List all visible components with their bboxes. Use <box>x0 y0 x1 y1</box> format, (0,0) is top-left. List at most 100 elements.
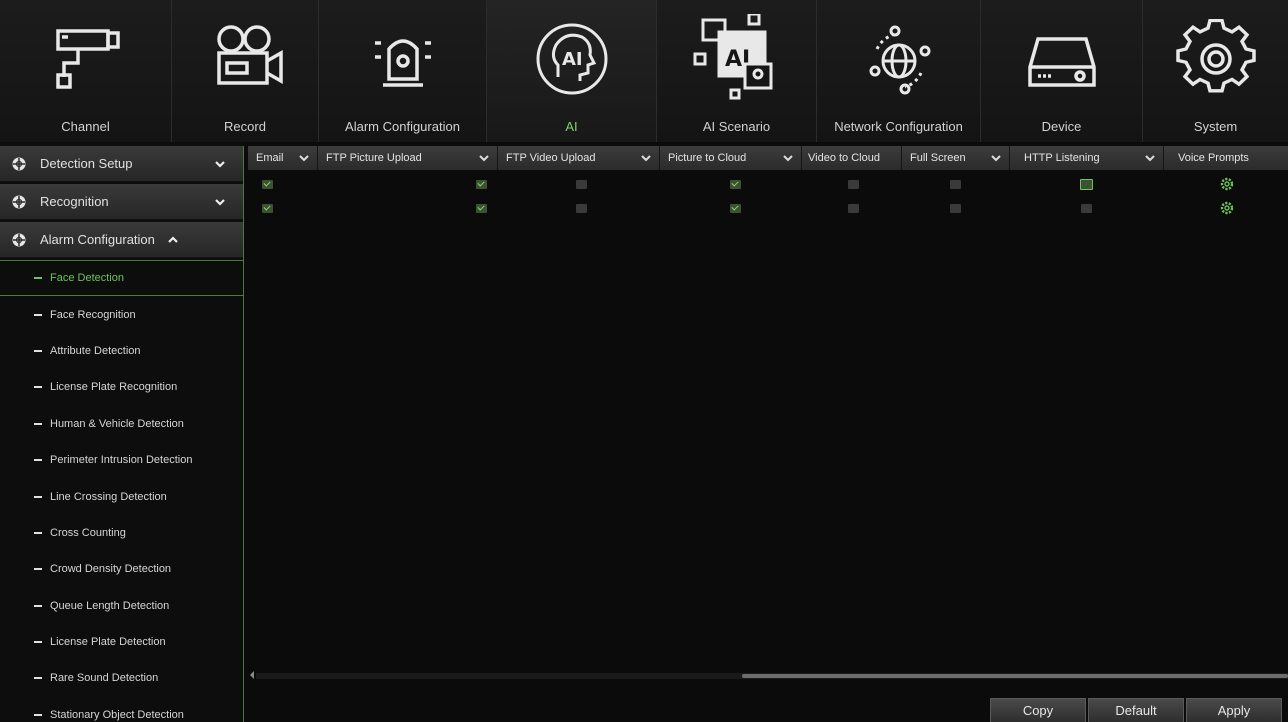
sidebar-item-crowd-density-detection[interactable]: Crowd Density Detection <box>0 551 244 587</box>
copy-button[interactable]: Copy <box>990 698 1086 722</box>
chevron-down-icon <box>1145 155 1155 162</box>
checkbox-unchecked[interactable] <box>848 203 859 213</box>
sidebar-item-cross-counting[interactable]: Cross Counting <box>0 515 244 551</box>
cell-full-screen <box>902 194 1010 222</box>
sidebar-item-label: Line Crossing Detection <box>50 490 167 503</box>
section-label: Detection Setup <box>40 156 133 171</box>
sidebar-section-detection-setup[interactable]: Detection Setup <box>0 146 244 182</box>
sidebar-item-face-recognition[interactable]: Face Recognition <box>0 296 244 332</box>
film-camera-icon <box>197 14 293 104</box>
column-label: HTTP Listening <box>1024 152 1100 164</box>
sidebar-item-label: Rare Sound Detection <box>50 672 159 685</box>
sidebar: Detection Setup Recognition Alarm Config… <box>0 142 244 722</box>
nav-tab-system[interactable]: System <box>1143 0 1288 142</box>
chevron-up-icon <box>168 235 178 243</box>
checkbox-unchecked[interactable] <box>950 179 961 189</box>
sidebar-item-perimeter-intrusion-detection[interactable]: Perimeter Intrusion Detection <box>0 442 244 478</box>
column-label: Full Screen <box>910 152 966 164</box>
settings-icon[interactable] <box>1220 201 1234 215</box>
column-header-voice-prompts[interactable]: Voice Prompts <box>1164 146 1288 170</box>
cell-ftp-picture <box>318 194 498 222</box>
sidebar-item-attribute-detection[interactable]: Attribute Detection <box>0 333 244 369</box>
checkbox-checked[interactable] <box>476 203 487 213</box>
sidebar-item-face-detection[interactable]: Face Detection <box>0 260 244 297</box>
column-header-ftp-video-upload[interactable]: FTP Video Upload <box>498 146 660 170</box>
cctv-camera-icon <box>38 14 134 104</box>
default-button[interactable]: Default <box>1088 698 1184 722</box>
column-label: FTP Picture Upload <box>326 152 422 164</box>
sidebar-item-label: Face Detection <box>50 272 124 285</box>
checkbox-unchecked[interactable] <box>1081 203 1092 213</box>
dash-icon <box>34 277 42 280</box>
sidebar-divider <box>243 146 244 722</box>
nav-tab-ai-scenario[interactable]: AI AI Scenario <box>657 0 817 142</box>
dash-icon <box>34 386 42 389</box>
checkbox-checked[interactable] <box>730 203 741 213</box>
cell-ftp-video <box>498 194 660 222</box>
dash-icon <box>34 459 42 462</box>
column-label: FTP Video Upload <box>506 152 596 164</box>
ai-scenario-icon: AI <box>689 14 785 104</box>
sidebar-item-human-vehicle-detection[interactable]: Human & Vehicle Detection <box>0 406 244 442</box>
column-header-picture-to-cloud[interactable]: Picture to Cloud <box>660 146 802 170</box>
cell-email <box>248 194 318 222</box>
checkbox-checked[interactable] <box>262 179 273 189</box>
apply-button[interactable]: Apply <box>1186 698 1282 722</box>
sidebar-section-recognition[interactable]: Recognition <box>0 184 244 220</box>
nav-label: AI <box>565 119 578 134</box>
nav-tab-record[interactable]: Record <box>172 0 319 142</box>
scroll-left-arrow-icon[interactable] <box>250 671 254 679</box>
alarm-siren-icon <box>355 14 451 104</box>
scrollbar-thumb[interactable] <box>742 674 1288 678</box>
action-buttons: Copy Default Apply <box>990 698 1284 722</box>
chevron-down-icon <box>299 155 309 162</box>
sidebar-item-label: Human & Vehicle Detection <box>50 417 184 430</box>
sidebar-item-license-plate-detection[interactable]: License Plate Detection <box>0 624 244 660</box>
checkbox-checked[interactable] <box>262 203 273 213</box>
cell-http-listening <box>1010 194 1164 222</box>
chevron-down-icon <box>215 198 225 206</box>
column-header-email[interactable]: Email <box>248 146 318 170</box>
dash-icon <box>34 422 42 425</box>
chevron-down-icon <box>783 155 793 162</box>
sidebar-item-label: Perimeter Intrusion Detection <box>50 454 193 467</box>
sidebar-item-label: Face Recognition <box>50 308 136 321</box>
column-header-http-listening[interactable]: HTTP Listening <box>1010 146 1164 170</box>
nav-tab-alarm-configuration[interactable]: Alarm Configuration <box>319 0 487 142</box>
sidebar-item-queue-length-detection[interactable]: Queue Length Detection <box>0 588 244 624</box>
nav-tab-channel[interactable]: Channel <box>0 0 172 142</box>
sidebar-item-label: Cross Counting <box>50 526 126 539</box>
column-label: Picture to Cloud <box>668 152 747 164</box>
sidebar-item-label: License Plate Recognition <box>50 381 178 394</box>
checkbox-unchecked[interactable] <box>576 179 587 189</box>
settings-icon[interactable] <box>1220 177 1234 191</box>
checkbox-unchecked[interactable] <box>1080 178 1093 190</box>
checkbox-unchecked[interactable] <box>950 203 961 213</box>
column-label: Voice Prompts <box>1178 152 1249 164</box>
sidebar-item-line-crossing-detection[interactable]: Line Crossing Detection <box>0 478 244 514</box>
sidebar-section-alarm-configuration[interactable]: Alarm Configuration <box>0 222 244 258</box>
checkbox-checked[interactable] <box>476 179 487 189</box>
horizontal-scrollbar[interactable] <box>250 671 1288 679</box>
column-header-ftp-picture-upload[interactable]: FTP Picture Upload <box>318 146 498 170</box>
ai-head-icon: AI <box>524 14 620 104</box>
dash-icon <box>34 568 42 571</box>
column-header-full-screen[interactable]: Full Screen <box>902 146 1010 170</box>
sidebar-item-label: Queue Length Detection <box>50 599 170 612</box>
nav-label: Device <box>1041 119 1082 134</box>
table-row <box>248 194 1288 222</box>
nav-tab-ai[interactable]: AI AI <box>487 0 657 142</box>
cell-picture-cloud <box>660 194 802 222</box>
checkbox-checked[interactable] <box>730 179 741 189</box>
sidebar-item-license-plate-recognition[interactable]: License Plate Recognition <box>0 369 244 405</box>
dash-icon <box>34 677 42 680</box>
sidebar-item-label: License Plate Detection <box>50 636 166 649</box>
column-header-video-to-cloud[interactable]: Video to Cloud <box>802 146 902 170</box>
dash-icon <box>34 641 42 644</box>
sidebar-item-stationary-object-detection[interactable]: Stationary Object Detection <box>0 697 244 722</box>
nav-tab-network-configuration[interactable]: Network Configuration <box>817 0 981 142</box>
nav-tab-device[interactable]: Device <box>981 0 1143 142</box>
checkbox-unchecked[interactable] <box>848 179 859 189</box>
checkbox-unchecked[interactable] <box>576 203 587 213</box>
sidebar-item-rare-sound-detection[interactable]: Rare Sound Detection <box>0 660 244 696</box>
